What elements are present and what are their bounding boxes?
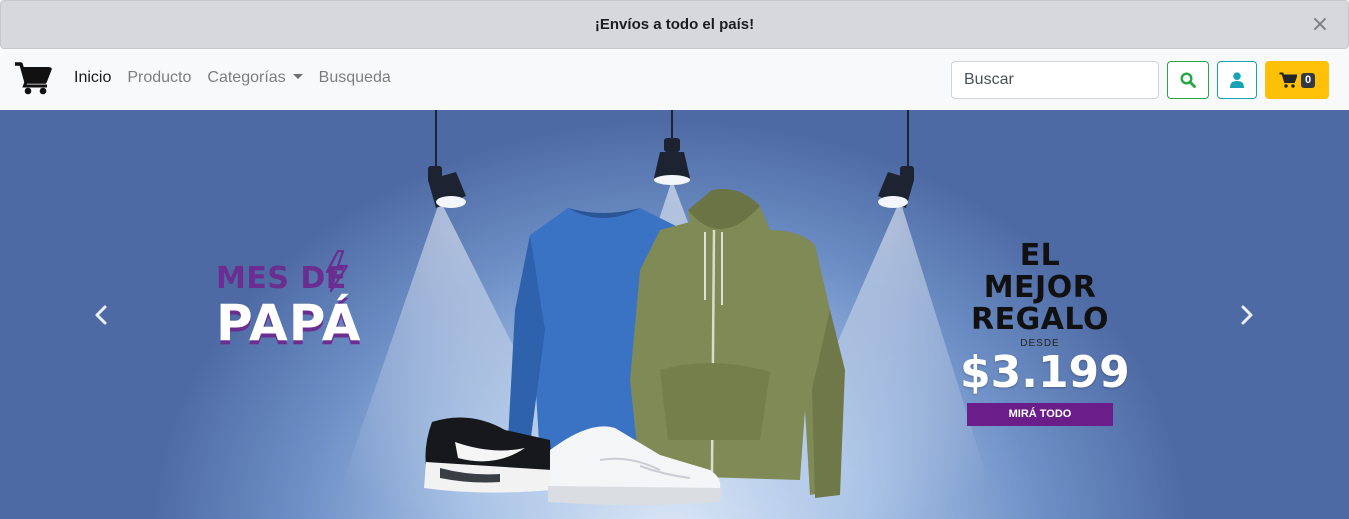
promo-right: EL MEJOR REGALO DESDE $3.199 MIRÁ TODO — [960, 238, 1130, 426]
search-input[interactable] — [951, 61, 1159, 99]
promo-heading-line2: REGALO — [971, 302, 1109, 337]
brand-cart-icon[interactable] — [14, 61, 52, 95]
hero-product-illustration — [330, 110, 1000, 519]
caret-down-icon — [292, 74, 303, 79]
cart-icon — [1279, 72, 1297, 88]
spotlight-right — [878, 110, 914, 208]
nav-link-inicio[interactable]: Inicio — [74, 69, 111, 87]
search-button[interactable] — [1167, 61, 1209, 99]
hero-carousel: MES DE PAPÁ EL MEJOR REGALO DESDE $3.199… — [0, 110, 1349, 519]
promo-left: MES DE PAPÁ — [216, 250, 362, 352]
olive-hoodie — [630, 189, 845, 498]
nav-link-producto[interactable]: Producto — [127, 69, 191, 87]
cart-count-badge: 0 — [1300, 72, 1316, 88]
nav-link-categorias[interactable]: Categorías — [207, 69, 303, 87]
announcement-bar: ¡Envíos a todo el país! × — [0, 0, 1349, 49]
user-button[interactable] — [1217, 61, 1257, 99]
carousel-next-button[interactable] — [1232, 300, 1262, 330]
announcement-text: ¡Envíos a todo el país! — [594, 16, 755, 33]
promo-heading-line1: EL MEJOR — [983, 238, 1097, 305]
spotlight-left — [428, 110, 466, 208]
navbar: Inicio Producto Categorías Busqueda 0 — [0, 49, 1349, 110]
spotlight-center — [654, 110, 690, 185]
nav-links: Inicio Producto Categorías Busqueda — [74, 69, 407, 87]
promo-line-papa: PAPÁ — [216, 294, 362, 352]
nav-link-busqueda[interactable]: Busqueda — [319, 69, 391, 87]
promo-price: $3.199 — [960, 347, 1130, 398]
see-all-button[interactable]: MIRÁ TODO — [967, 403, 1113, 426]
cart-button[interactable]: 0 — [1265, 61, 1329, 99]
lightning-bolt-icon — [325, 250, 349, 292]
close-icon[interactable]: × — [1310, 14, 1330, 36]
user-icon — [1230, 72, 1244, 88]
nav-link-categorias-label: Categorías — [207, 69, 286, 86]
chevron-right-icon — [1241, 305, 1253, 325]
carousel-prev-button[interactable] — [86, 300, 116, 330]
search-icon — [1180, 72, 1196, 88]
chevron-left-icon — [95, 305, 107, 325]
